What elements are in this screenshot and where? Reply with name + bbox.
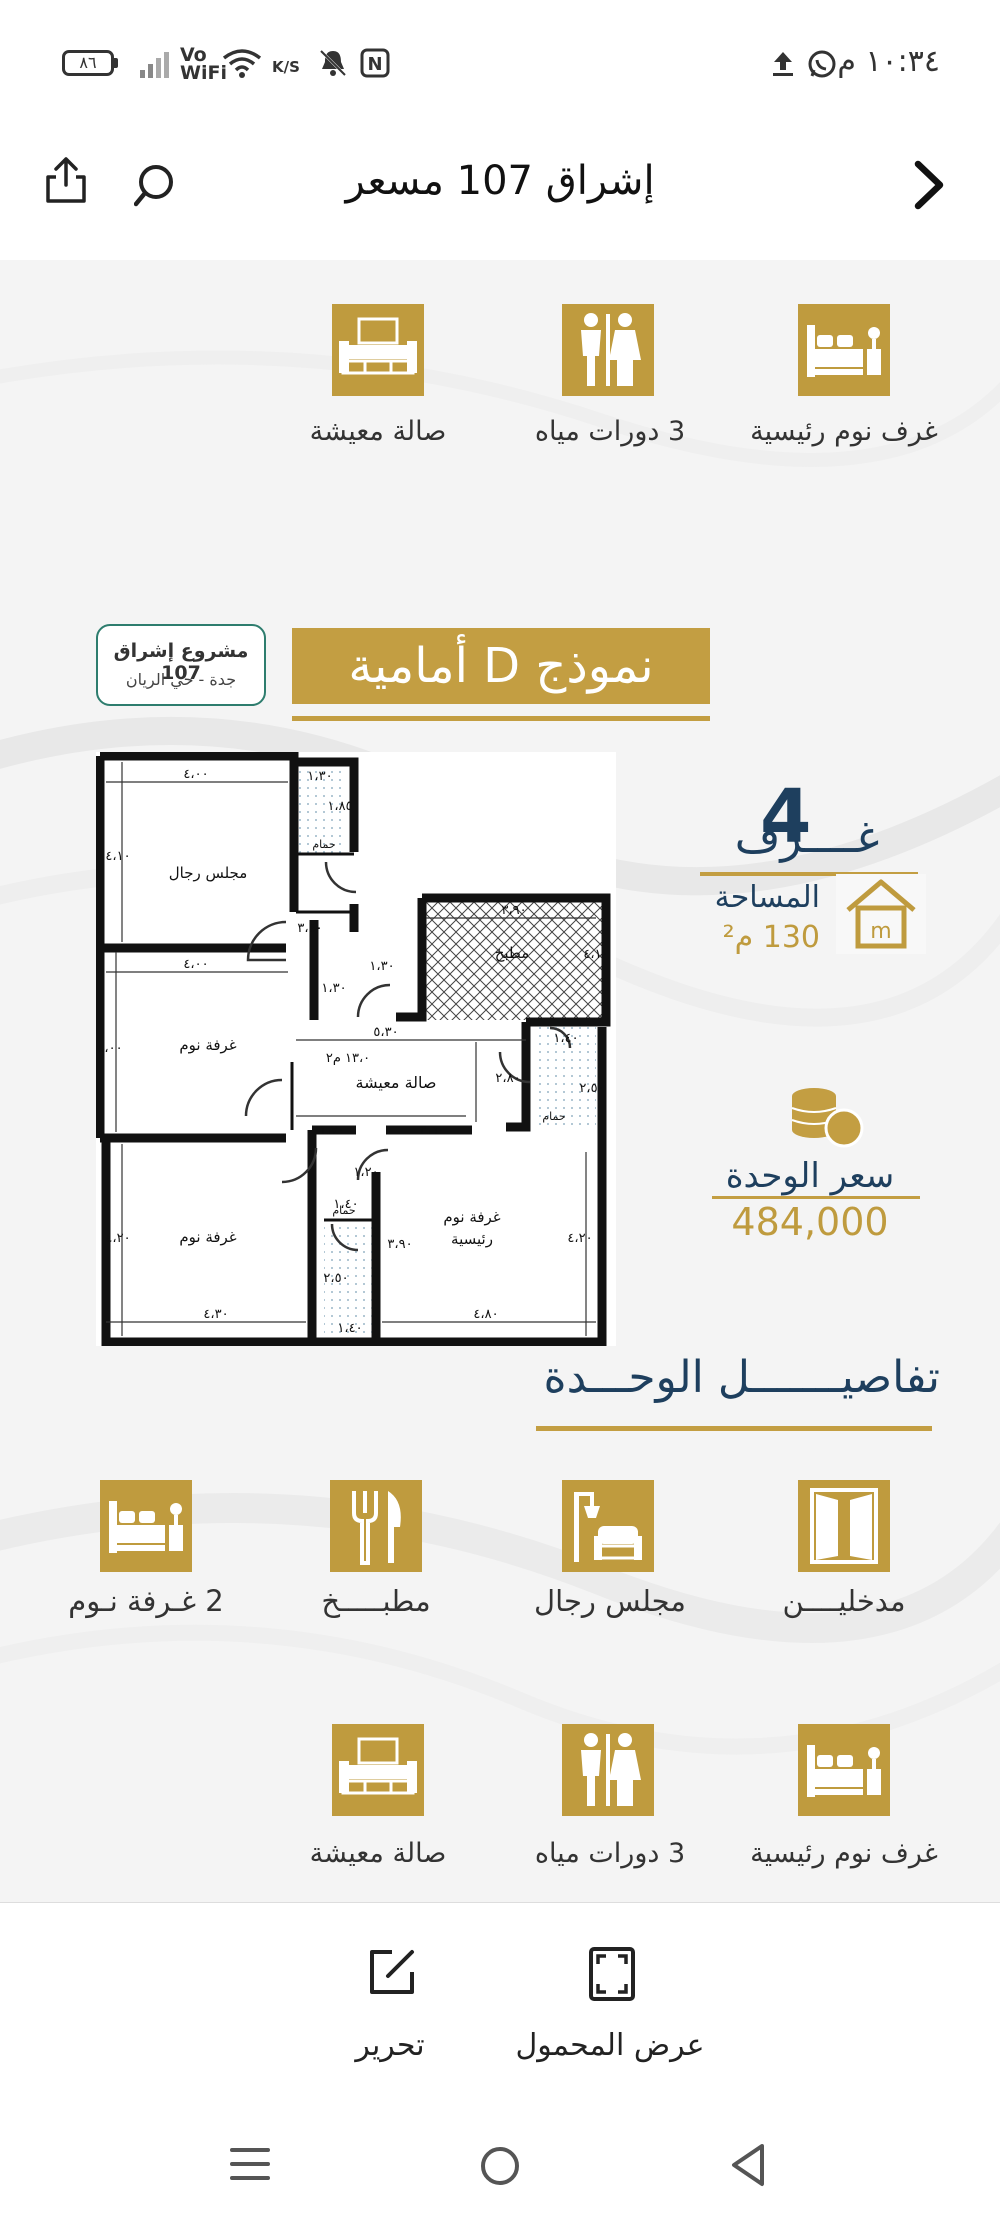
back-icon[interactable] — [728, 2142, 768, 2188]
edit-icon — [370, 1950, 414, 1994]
edit-button[interactable]: تحرير — [330, 1946, 450, 2076]
status-time: ١٠:٣٤ م — [837, 44, 940, 79]
room-label: غرفة نوم — [179, 1228, 236, 1246]
nfc-icon: N — [360, 48, 390, 78]
dimension-label: ١٣،٠ م٢ — [326, 1051, 370, 1066]
room-label: مجلس رجال — [169, 864, 248, 882]
room-label: حمام — [542, 1110, 565, 1123]
bed-icon — [100, 1480, 192, 1572]
dimension-label: ٣،٩٠ — [387, 1237, 412, 1252]
dimension-label: ١،٨٥ — [327, 799, 352, 814]
dimension-label: ٢،٥٠ — [579, 1081, 604, 1096]
dimension-label: ٤،٠٠ — [97, 1041, 122, 1056]
price-value: 484,000 — [731, 1200, 889, 1244]
room-label: مطبخ — [495, 944, 530, 962]
model-title-underline — [292, 716, 710, 721]
feature-label: غرف نوم رئيسية — [750, 1838, 938, 1869]
dimension-label: ٤،٨٠ — [473, 1307, 498, 1322]
dimension-label: ١،٤٠ — [337, 1321, 362, 1336]
restroom-icon — [562, 1724, 654, 1816]
dimension-label: ١،٣٠ — [321, 981, 346, 996]
fit-screen-icon — [589, 1947, 635, 2001]
coins-icon — [776, 1080, 876, 1150]
dimension-label: ٤،٠٠ — [183, 957, 208, 972]
home-icon[interactable] — [478, 2144, 522, 2188]
feature-label: غرف نوم رئيسية — [750, 416, 938, 447]
price-underline — [712, 1196, 920, 1199]
fit-screen-button[interactable]: عرض المحمول — [500, 1946, 720, 2076]
bed-icon — [798, 304, 890, 396]
signal-icon — [140, 52, 169, 78]
svg-text:m: m — [870, 919, 891, 944]
double-door-icon — [798, 1480, 890, 1572]
project-badge: مشروع إشراق 107 جدة - حي الريان — [96, 624, 266, 706]
room-label: حمام — [312, 838, 335, 851]
restroom-icon — [562, 304, 654, 396]
dimension-label: ٤،٣٠ — [203, 1307, 228, 1322]
recent-apps-icon[interactable] — [228, 2144, 272, 2184]
sofa-icon — [332, 304, 424, 396]
room-label: غرفة نوم — [443, 1208, 500, 1226]
dimension-label: ٤،٠٠ — [183, 767, 208, 782]
page-title: إشراق 107 مسعر — [345, 158, 655, 204]
house-area-icon: m — [836, 874, 926, 954]
details-title: تفاصيـــــــل الوحـــدة — [543, 1352, 940, 1403]
details-underline — [536, 1426, 932, 1431]
dimension-label: ٤،٢٠ — [105, 1231, 130, 1246]
dimension-label: ١،٤٠ — [333, 1197, 358, 1212]
area-value: 130 م² — [722, 920, 820, 955]
feature-label: مطبـــــخ — [321, 1584, 431, 1618]
battery-icon: ٨٦ — [62, 50, 114, 76]
sofa-icon — [332, 1724, 424, 1816]
feature-label: مجلس رجال — [534, 1584, 686, 1618]
rooms-number: 4 — [760, 774, 812, 860]
svg-text:N: N — [367, 54, 382, 75]
feature-label: 3 دورات مياه — [534, 416, 686, 447]
dimension-label: ١،٣٠ — [307, 769, 332, 784]
dimension-label: ٤،٢٠ — [567, 1231, 592, 1246]
dimension-label: ١،٢٠ — [353, 1165, 378, 1180]
mute-icon — [319, 49, 347, 77]
dimension-label: ٥،٣٠ — [373, 1025, 398, 1040]
dimension-label: ١،٤٠ — [553, 1031, 578, 1046]
chevron-right-icon[interactable] — [912, 160, 946, 210]
dimension-label: ٢،٥٠ — [323, 1271, 348, 1286]
dimension-label: ٤،١٠ — [583, 947, 608, 962]
price-label: سعر الوحدة — [725, 1156, 895, 1196]
dimension-label: ١،٣٠ — [369, 959, 394, 974]
feature-label: 3 دورات مياه — [534, 1838, 686, 1869]
feature-label: صالة معيشة — [309, 416, 447, 447]
dimension-label: ٣،٩٠ — [501, 903, 526, 918]
edit-label: تحرير — [355, 2028, 425, 2063]
dimension-label: ٣،٦٠ — [419, 1123, 444, 1138]
kitchen-utensils-icon — [330, 1480, 422, 1572]
feature-label: صالة معيشة — [309, 1838, 447, 1869]
project-location: جدة - حي الريان — [125, 670, 237, 689]
bed-icon — [798, 1724, 890, 1816]
status-bar: ٨٦ Vo WiFi K/S N ١٠:٣٤ م — [0, 0, 1000, 120]
feature-label: مدخليــــن — [782, 1584, 906, 1618]
floor-plan: مجلس رجال غرفة نوم غرفة نوم غرفة نوم رئي… — [96, 752, 616, 1346]
dimension-label: ٣،٤٠ — [297, 921, 322, 936]
dimension-label: ٤،١٠ — [105, 849, 130, 864]
battery-tip — [114, 58, 118, 68]
upload-icon — [773, 52, 793, 76]
area-label: المساحة — [714, 880, 820, 915]
majlis-icon — [562, 1480, 654, 1572]
speed-label: K/S — [272, 58, 300, 76]
fit-screen-label: عرض المحمول — [515, 2028, 705, 2063]
wifi-icon — [222, 49, 262, 78]
room-label: غرفة نوم — [179, 1036, 236, 1054]
room-label: رئيسية — [451, 1230, 493, 1248]
feature-label: 2 غـرفة نـوم — [68, 1584, 224, 1618]
network-label: Vo WiFi — [180, 44, 227, 84]
dimension-label: ١،٧٠ — [319, 1123, 344, 1138]
dimension-label: ٢،٨٠ — [495, 1071, 520, 1086]
model-title: نموذج D أمامية — [292, 628, 710, 704]
room-label: صالة معيشة — [356, 1073, 437, 1092]
whatsapp-icon — [808, 50, 836, 78]
